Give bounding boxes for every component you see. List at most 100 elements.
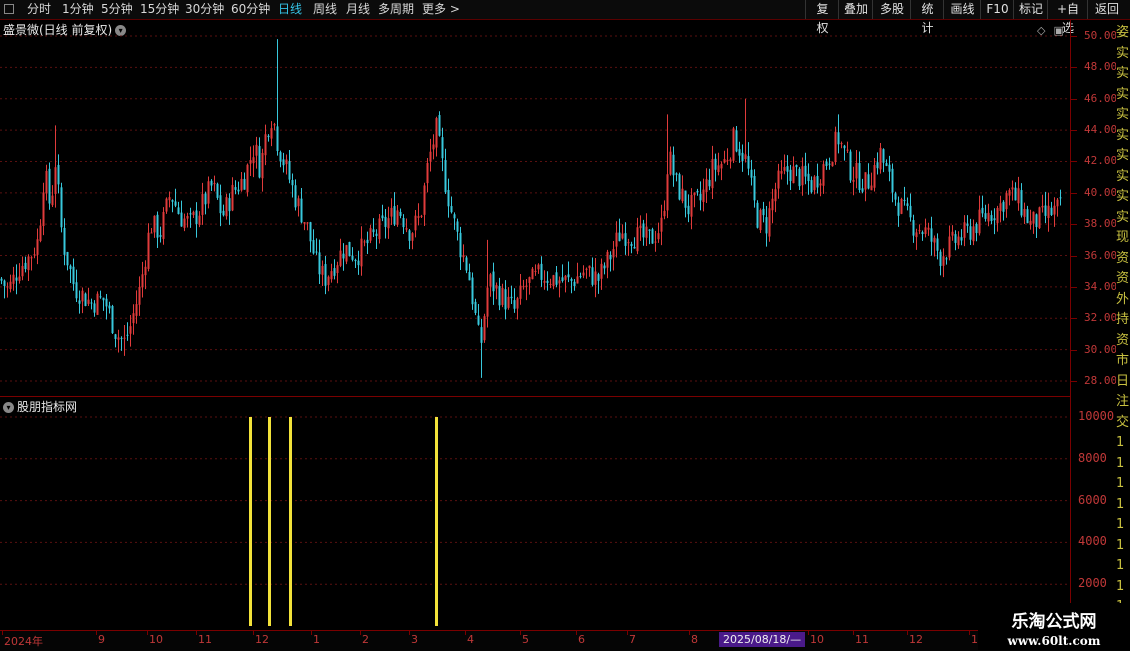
- candle-body: [693, 192, 696, 196]
- candle-body: [432, 144, 435, 150]
- candle-body: [99, 296, 102, 298]
- candle-body: [525, 285, 528, 287]
- candle-body: [987, 212, 990, 222]
- side-strip-glyph: 交: [1116, 414, 1130, 430]
- price-tick: [1071, 381, 1077, 382]
- date-tick-label: 8: [691, 633, 698, 646]
- candle-body: [840, 143, 843, 145]
- candle-body: [378, 218, 381, 240]
- candle-body: [57, 164, 60, 185]
- candle-body: [648, 229, 651, 231]
- chart-canvas[interactable]: [0, 0, 1070, 630]
- candle-body: [156, 214, 159, 238]
- candle-body: [609, 254, 612, 260]
- candle-body: [573, 281, 576, 287]
- candle-body: [861, 188, 864, 192]
- candle-body: [444, 160, 447, 193]
- candle-body: [429, 151, 432, 162]
- indicator-tick-label: 6000: [1078, 492, 1107, 507]
- signal-bar: [249, 417, 252, 626]
- indicator-tick-label: 8000: [1078, 450, 1107, 465]
- candle-body: [501, 287, 504, 305]
- candle-body: [423, 185, 426, 215]
- candle-body: [129, 326, 132, 334]
- candle-body: [984, 213, 987, 219]
- candle-body: [960, 237, 963, 241]
- candle-body: [1032, 211, 1035, 224]
- candle-body: [678, 174, 681, 200]
- panel-divider: [0, 396, 1070, 397]
- candle-body: [396, 210, 399, 225]
- side-strip-glyph: 资: [1116, 271, 1130, 286]
- candle-body: [816, 175, 819, 188]
- candle-body: [768, 208, 771, 237]
- candle-body: [561, 277, 564, 281]
- price-tick-label: 44.00: [1084, 123, 1118, 137]
- candle-body: [810, 180, 813, 193]
- price-tick-label: 46.00: [1084, 91, 1118, 105]
- side-strip-glyph: 实: [1116, 66, 1130, 81]
- candle-body: [375, 233, 378, 236]
- indicator-name: 股朋指标网: [17, 400, 78, 414]
- candle-body: [408, 230, 411, 241]
- candle-body: [447, 189, 450, 207]
- candle-body: [435, 118, 438, 148]
- candle-body: [126, 334, 129, 336]
- candle-body: [621, 233, 624, 239]
- candle-body: [459, 232, 462, 258]
- candle-body: [825, 161, 828, 166]
- candle-body: [324, 264, 327, 286]
- candle-body: [12, 274, 15, 284]
- chevron-down-icon[interactable]: ▾: [3, 402, 14, 413]
- date-tick-label: 3: [411, 633, 418, 646]
- date-tick-label: 2024年: [4, 635, 43, 648]
- candle-body: [72, 266, 75, 285]
- candle-body: [558, 280, 561, 284]
- candle-body: [15, 277, 18, 281]
- candle-body: [870, 185, 873, 191]
- candle-body: [327, 276, 330, 285]
- toolbar-action-8[interactable]: 返回: [1087, 0, 1126, 19]
- candle-body: [777, 170, 780, 189]
- candle-body: [339, 250, 342, 266]
- info-side-strip: 姿实实实实实实实实实现资资外持资市日注交111111111: [1116, 20, 1130, 630]
- candle-body: [291, 180, 294, 186]
- date-tick-label: 11: [855, 633, 869, 646]
- price-tick-label: 50.00: [1084, 29, 1118, 42]
- date-tick: [2, 631, 3, 635]
- candle-body: [456, 221, 459, 232]
- candle-body: [744, 154, 747, 160]
- candle-body: [912, 220, 915, 236]
- candle-body: [1053, 205, 1056, 215]
- date-tick-label: 10: [149, 633, 163, 646]
- candle-body: [216, 183, 219, 198]
- candle-body: [33, 254, 36, 256]
- candle-body: [1011, 187, 1014, 190]
- side-strip-glyph: 1: [1116, 476, 1125, 491]
- candle-body: [360, 238, 363, 267]
- side-strip-glyph: 1: [1116, 496, 1125, 512]
- candle-body: [258, 146, 261, 178]
- candle-body: [333, 268, 336, 276]
- candle-body: [969, 226, 972, 240]
- candle-body: [405, 228, 408, 230]
- candle-body: [783, 167, 786, 171]
- candle-body: [252, 157, 255, 164]
- candle-body: [246, 164, 249, 193]
- candle-body: [231, 184, 234, 211]
- candle-body: [54, 167, 57, 194]
- date-tick: [360, 631, 361, 635]
- candle-body: [537, 264, 540, 270]
- price-tick: [1071, 286, 1077, 288]
- candle-body: [153, 215, 156, 233]
- candle-body: [759, 209, 762, 231]
- candle-body: [663, 210, 666, 217]
- candle-body: [657, 233, 660, 240]
- candle-body: [267, 135, 270, 138]
- date-tick-label: 10: [810, 633, 824, 646]
- price-tick: [1071, 67, 1077, 69]
- candle-body: [852, 179, 855, 182]
- candle-body: [342, 253, 345, 259]
- candle-body: [564, 275, 567, 280]
- candle-body: [942, 256, 945, 266]
